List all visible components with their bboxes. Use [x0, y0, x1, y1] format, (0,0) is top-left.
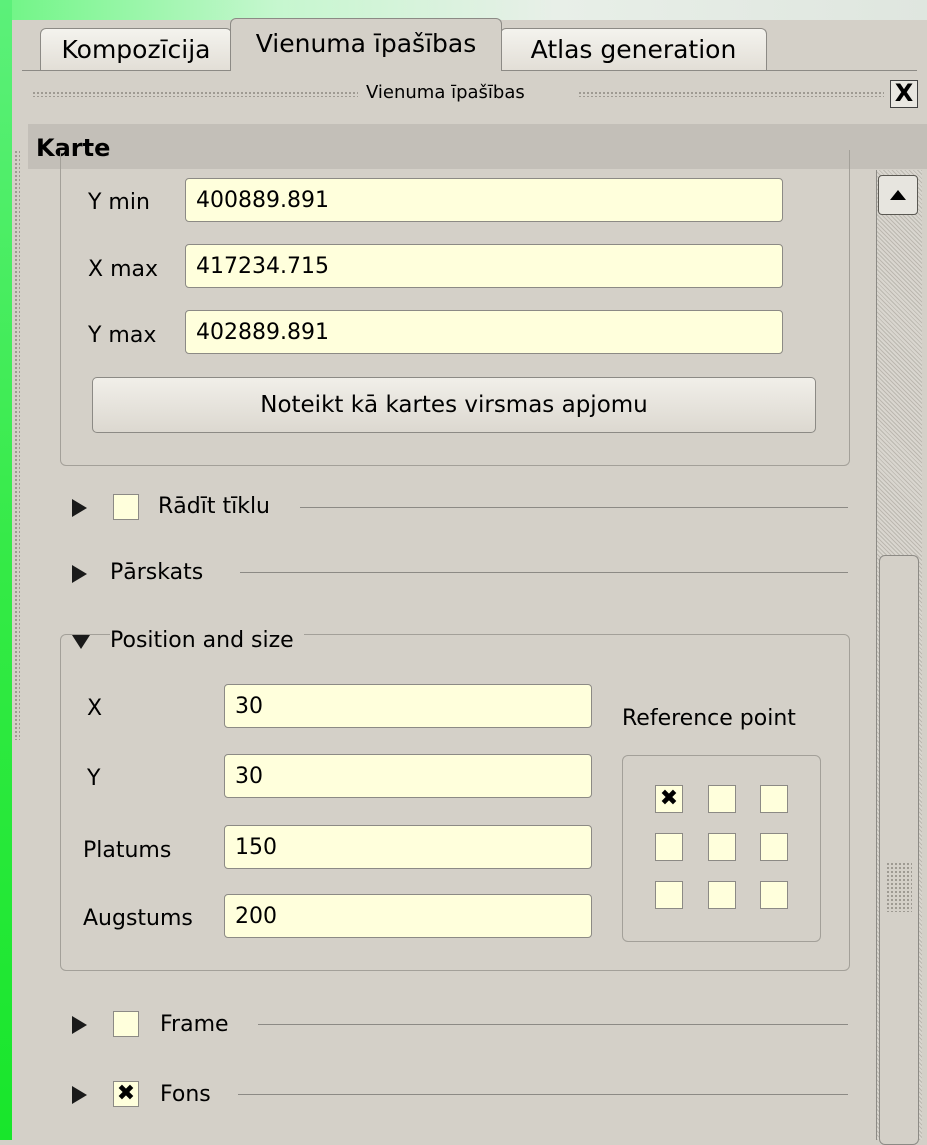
height-input[interactable]: 200 — [224, 894, 592, 938]
background-label: Fons — [160, 1082, 211, 1107]
reference-point-label: Reference point — [622, 706, 796, 731]
width-label: Platums — [83, 838, 172, 863]
reference-point-center[interactable] — [708, 833, 736, 861]
show-grid-checkbox[interactable] — [113, 494, 139, 520]
reference-point-bottom-right[interactable] — [760, 881, 788, 909]
close-icon: X — [894, 79, 914, 107]
scroll-up-button[interactable] — [878, 175, 918, 215]
x-label: X — [87, 696, 103, 721]
expand-grid-icon[interactable] — [72, 499, 87, 517]
frame-checkbox[interactable] — [113, 1011, 139, 1037]
y-input[interactable]: 30 — [224, 754, 592, 798]
reference-point-middle-right[interactable] — [760, 833, 788, 861]
ymax-label: Y max — [88, 323, 157, 348]
y-label: Y — [87, 766, 101, 791]
ymax-input[interactable]: 402889.891 — [185, 310, 783, 354]
tab-atlas-generation[interactable]: Atlas generation — [500, 28, 767, 71]
tab-label: Atlas generation — [530, 35, 737, 64]
background-separator — [238, 1094, 848, 1095]
close-panel-button[interactable]: X — [890, 80, 918, 108]
overview-label: Pārskats — [110, 560, 204, 585]
xmax-label: X max — [88, 257, 158, 282]
width-input[interactable]: 150 — [224, 825, 592, 869]
expand-background-icon[interactable] — [72, 1086, 87, 1104]
grid-separator — [300, 507, 848, 508]
xmax-input[interactable]: 417234.715 — [185, 244, 783, 288]
reference-point-top-right[interactable] — [760, 785, 788, 813]
set-to-canvas-extent-button[interactable]: Noteikt kā kartes virsmas apjomu — [92, 377, 816, 433]
expand-overview-icon[interactable] — [72, 565, 87, 583]
reference-point-top-middle[interactable] — [708, 785, 736, 813]
frame-separator — [258, 1024, 848, 1025]
tab-label: Kompozīcija — [61, 35, 211, 64]
panel-grip-right[interactable] — [578, 91, 884, 97]
show-grid-label: Rādīt tīklu — [158, 494, 270, 519]
background-checkbox[interactable]: ✖ — [113, 1081, 139, 1107]
window-frame-top — [0, 0, 927, 20]
scrollbar-thumb[interactable] — [879, 555, 919, 1145]
reference-point-middle-left[interactable] — [655, 833, 683, 861]
arrow-up-icon — [890, 190, 906, 200]
scrollbar-grip-icon — [886, 862, 912, 912]
expand-frame-icon[interactable] — [72, 1016, 87, 1034]
overview-separator — [240, 572, 848, 573]
ymin-input[interactable]: 400889.891 — [185, 178, 783, 222]
x-input[interactable]: 30 — [224, 684, 592, 728]
height-label: Augstums — [83, 906, 193, 931]
tab-composition[interactable]: Kompozīcija — [40, 28, 232, 71]
tab-item-properties[interactable]: Vienuma īpašības — [230, 18, 502, 71]
frame-label: Frame — [160, 1012, 229, 1037]
reference-point-bottom-middle[interactable] — [708, 881, 736, 909]
dock-grip[interactable] — [14, 150, 20, 740]
panel-title: Vienuma īpašības — [366, 82, 525, 103]
reference-point-bottom-left[interactable] — [655, 881, 683, 909]
ymin-label: Y min — [88, 190, 150, 215]
position-size-title: Position and size — [110, 628, 304, 653]
collapse-position-icon[interactable] — [72, 635, 90, 649]
tab-label: Vienuma īpašības — [255, 29, 477, 58]
reference-point-top-left[interactable]: ✖ — [655, 785, 683, 813]
window-frame-left — [0, 0, 12, 1140]
panel-grip-left[interactable] — [32, 91, 358, 97]
